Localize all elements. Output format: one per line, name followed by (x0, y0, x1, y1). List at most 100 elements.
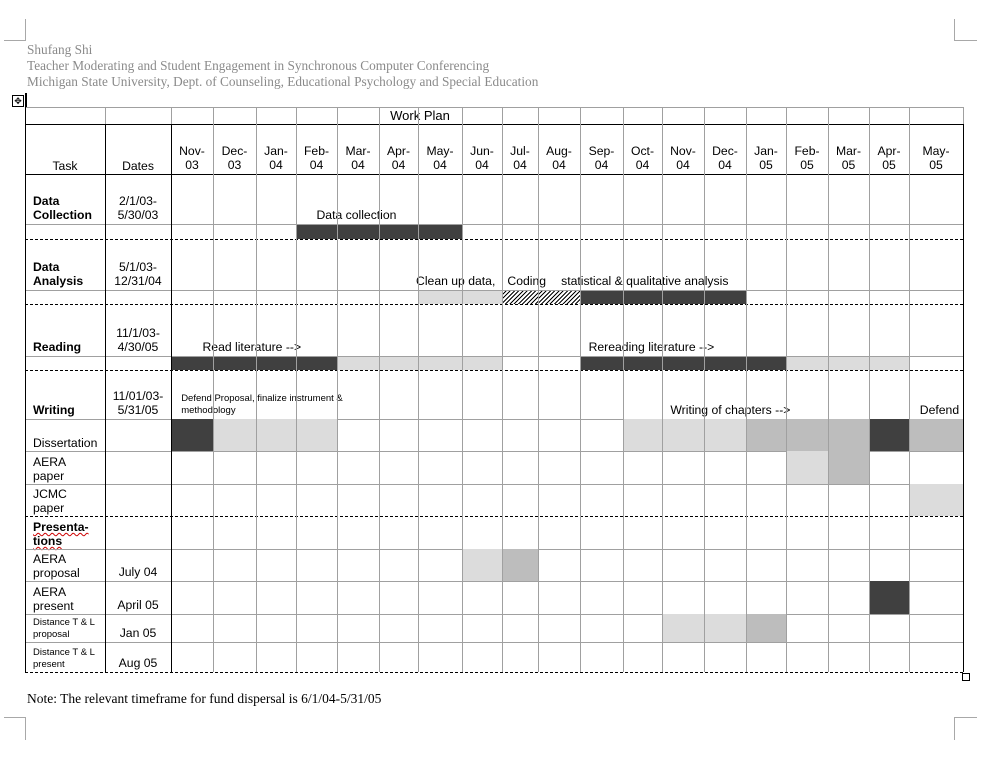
grid-line (25, 304, 963, 305)
shaded-cell (704, 419, 747, 451)
column-header-month: Dec- 04 (712, 144, 738, 172)
shaded-cell (869, 419, 910, 451)
column-header-month: Feb- 05 (794, 144, 820, 172)
shaded-cell (379, 224, 419, 239)
grid-line (337, 107, 338, 672)
shaded-cell (418, 290, 463, 304)
grid-line (909, 107, 910, 672)
task-label: AERA present (33, 585, 74, 613)
table-resize-handle[interactable] (962, 673, 970, 681)
grid-line (828, 107, 829, 672)
column-header-task: Task (52, 159, 78, 173)
grid-line (580, 107, 581, 672)
column-header-month: Dec- 03 (221, 144, 248, 172)
grid-line (25, 614, 963, 615)
task-label: Distance T & Lpresent (33, 647, 95, 670)
shaded-cell (462, 549, 503, 581)
grid-line (538, 107, 539, 672)
shaded-cell (337, 224, 380, 239)
shaded-cell (786, 356, 829, 370)
shaded-cell (580, 290, 624, 304)
task-label: Data Collection (33, 194, 92, 222)
shaded-cell (909, 484, 964, 516)
column-header-month: Jun- 04 (470, 144, 494, 172)
grid-line (213, 107, 214, 672)
grid-line (462, 107, 463, 672)
column-header-month: Feb- 04 (303, 144, 330, 172)
column-header-month: May- 05 (922, 144, 950, 172)
shaded-cell (746, 614, 787, 642)
shaded-cell (296, 419, 338, 451)
shaded-cell (828, 419, 870, 451)
shaded-cell (462, 290, 503, 304)
shaded-cell (213, 356, 257, 370)
grid-line (25, 516, 963, 517)
shaded-cell (662, 419, 705, 451)
footnote: Note: The relevant timeframe for fund di… (27, 691, 382, 706)
task-label: AERA proposal (33, 552, 80, 580)
shaded-cell (171, 356, 214, 370)
shaded-cell (256, 419, 297, 451)
grid-line (296, 107, 297, 672)
grid-line (25, 107, 963, 108)
grid-line (869, 107, 870, 672)
bar-annotation: Defend Proposal, finalize instrument & me… (181, 393, 343, 416)
task-label: Data Analysis (33, 260, 84, 288)
task-dates: 11/01/03- 5/31/05 (112, 389, 164, 417)
table-title: Work Plan (390, 108, 450, 123)
work-plan-table: Work Plan Task Dates Nov- 03 Dec- 03 Jan- 04 Feb-… (0, 0, 988, 759)
grid-line (662, 107, 663, 672)
grid-line (25, 484, 963, 485)
task-dates: 11/1/03- 4/30/05 (116, 326, 160, 354)
grid-line (25, 239, 963, 240)
grid-line (25, 107, 26, 672)
grid-line (171, 124, 172, 672)
task-dates: 5/1/03- 12/31/04 (114, 260, 162, 288)
grid-line (25, 356, 963, 357)
grid-line (25, 581, 963, 582)
bar-annotation: Coding (507, 274, 547, 288)
bar-annotation: Writing of chapters --> (670, 403, 791, 417)
grid-line (25, 642, 963, 643)
shaded-cell (869, 581, 910, 614)
task-label: Dissertation (33, 436, 98, 450)
grid-line (25, 672, 963, 673)
task-dates: 2/1/03- 5/30/03 (117, 194, 159, 222)
shaded-cell (502, 549, 539, 581)
task-dates: Jan 05 (119, 626, 157, 640)
shaded-cell (746, 356, 787, 370)
shaded-cell (623, 419, 663, 451)
grid-line (379, 107, 380, 672)
bar-annotation: Defend (919, 403, 960, 417)
task-label: Presenta-tions (33, 520, 89, 548)
task-label: AERA paper (33, 455, 67, 483)
shaded-cell (171, 419, 214, 451)
column-header-month: Jan- 05 (754, 144, 778, 172)
grid-line (963, 124, 964, 672)
shaded-cell (623, 356, 663, 370)
shaded-cell (296, 356, 338, 370)
shaded-cell (746, 419, 787, 451)
grid-line (256, 107, 257, 672)
bar-annotation: Rereading literature --> (588, 340, 715, 354)
shaded-cell (296, 224, 338, 239)
task-label: Reading (33, 340, 82, 354)
shaded-cell (909, 419, 964, 451)
bar-annotation: Data collection (316, 208, 397, 222)
shaded-cell (662, 356, 705, 370)
shaded-cell (869, 356, 910, 370)
task-dates: July 04 (118, 565, 158, 579)
grid-line (25, 174, 963, 175)
shaded-cell (786, 419, 829, 451)
grid-line (171, 107, 172, 124)
column-header-month: May- 04 (426, 144, 454, 172)
column-header-month: Nov- 04 (670, 144, 696, 172)
shaded-cell (538, 290, 581, 304)
bar-annotation: Clean up data, (416, 274, 496, 288)
grid-line (25, 224, 963, 225)
task-label: Distance T & Lproposal (33, 617, 95, 640)
shaded-cell (704, 614, 747, 642)
grid-line (25, 370, 963, 371)
column-header-month: Mar- 05 (835, 144, 862, 172)
task-label: JCMC paper (33, 487, 67, 515)
